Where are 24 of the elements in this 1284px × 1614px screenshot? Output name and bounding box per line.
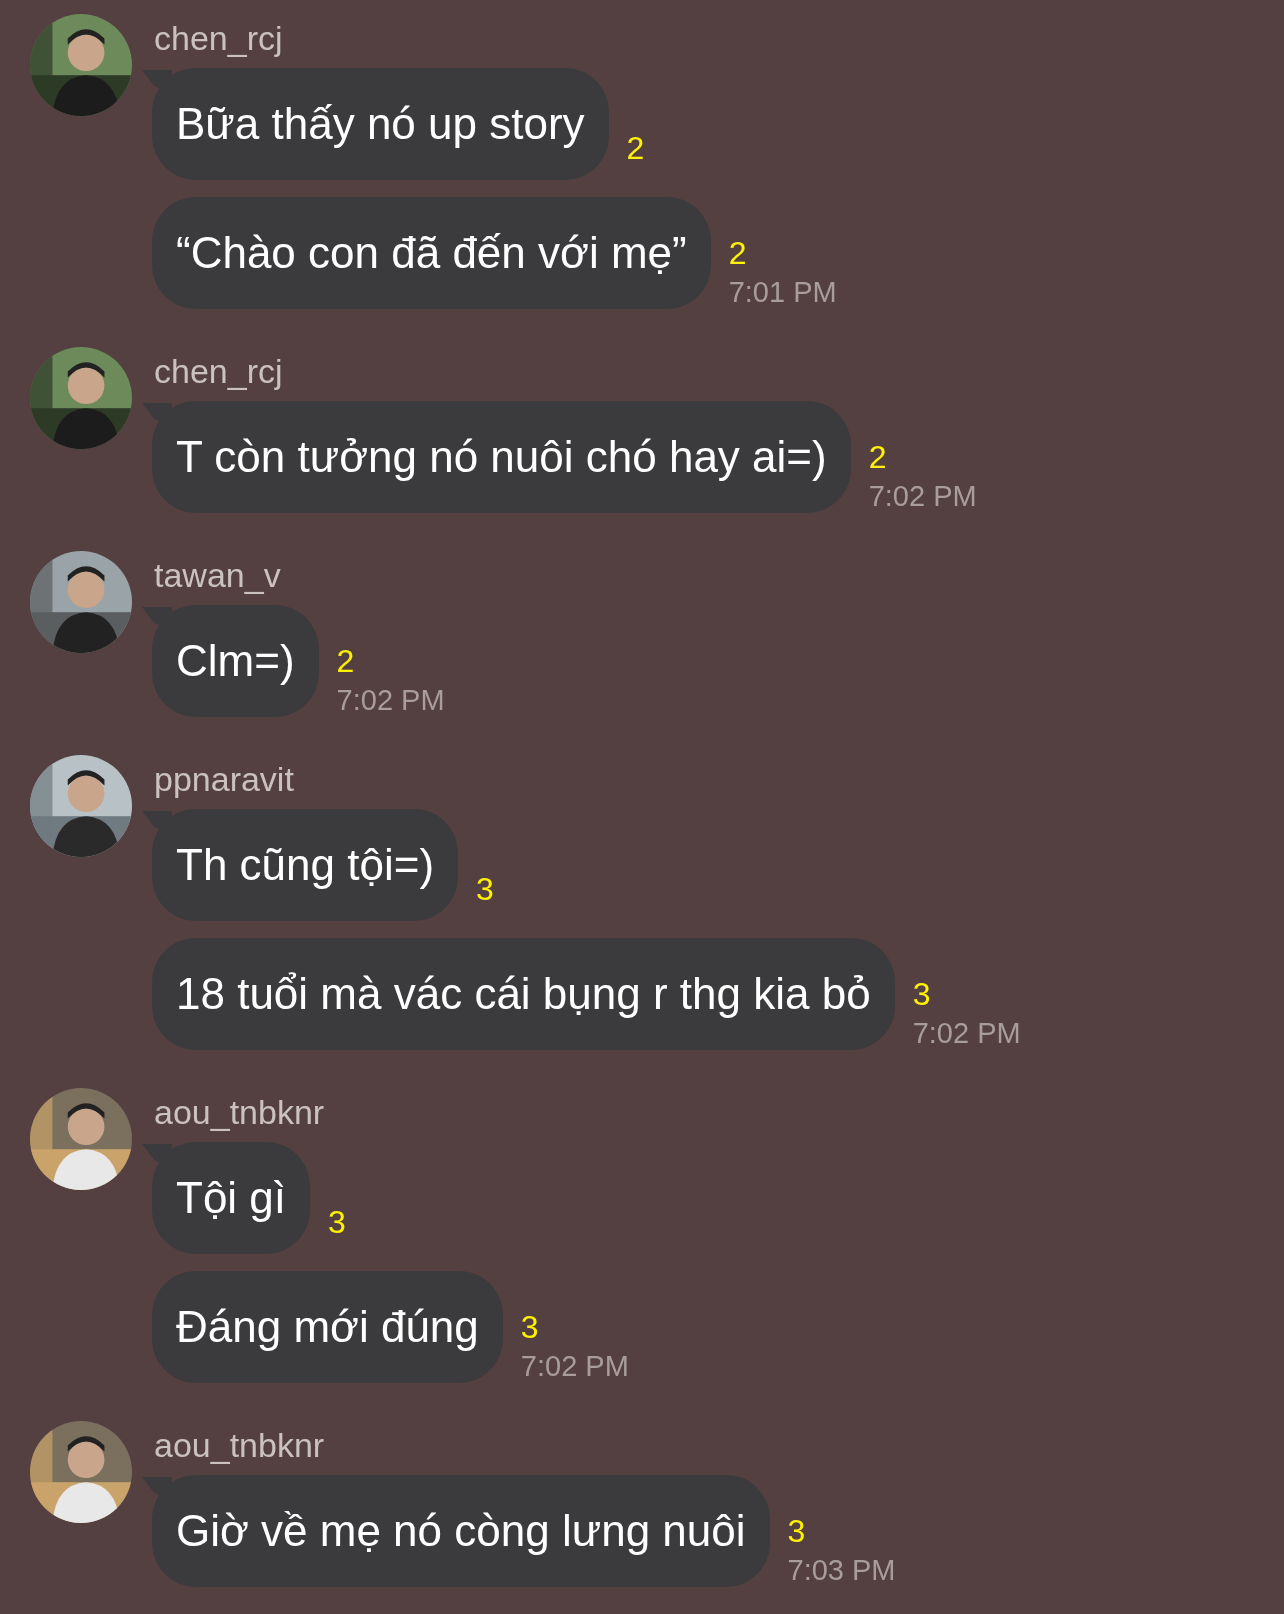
read-count: 3 — [476, 871, 494, 907]
read-count: 2 — [868, 439, 888, 475]
message-bubble: 18 tuổi mà vác cái bụng r thg kia bỏ — [152, 938, 895, 1050]
read-count: 3 — [328, 1204, 346, 1240]
read-count: 3 — [787, 1513, 807, 1549]
read-count: 2 — [728, 235, 748, 271]
username: aou_tnbknr — [154, 1092, 326, 1132]
username: tawan_v — [154, 555, 282, 595]
message-bubble: Đáng mới đúng — [152, 1271, 503, 1383]
read-count: 2 — [626, 130, 645, 166]
username: aou_tnbknr — [154, 1425, 326, 1465]
username: ppnaravit — [154, 759, 295, 799]
read-count: 2 — [336, 643, 356, 679]
read-count: 3 — [912, 976, 932, 1012]
timestamp: 7:02 PM — [520, 1349, 629, 1383]
timestamp: 7:01 PM — [728, 275, 837, 309]
timestamp: 7:02 PM — [868, 479, 977, 513]
read-count: 3 — [520, 1309, 540, 1345]
timestamp: 7:02 PM — [336, 683, 445, 717]
timestamp: 7:02 PM — [912, 1016, 1021, 1050]
message-bubble: “Chào con đã đến với mẹ” — [152, 197, 711, 309]
timestamp: 7:03 PM — [787, 1553, 896, 1587]
username: chen_rcj — [154, 351, 284, 391]
username: chen_rcj — [154, 18, 284, 58]
